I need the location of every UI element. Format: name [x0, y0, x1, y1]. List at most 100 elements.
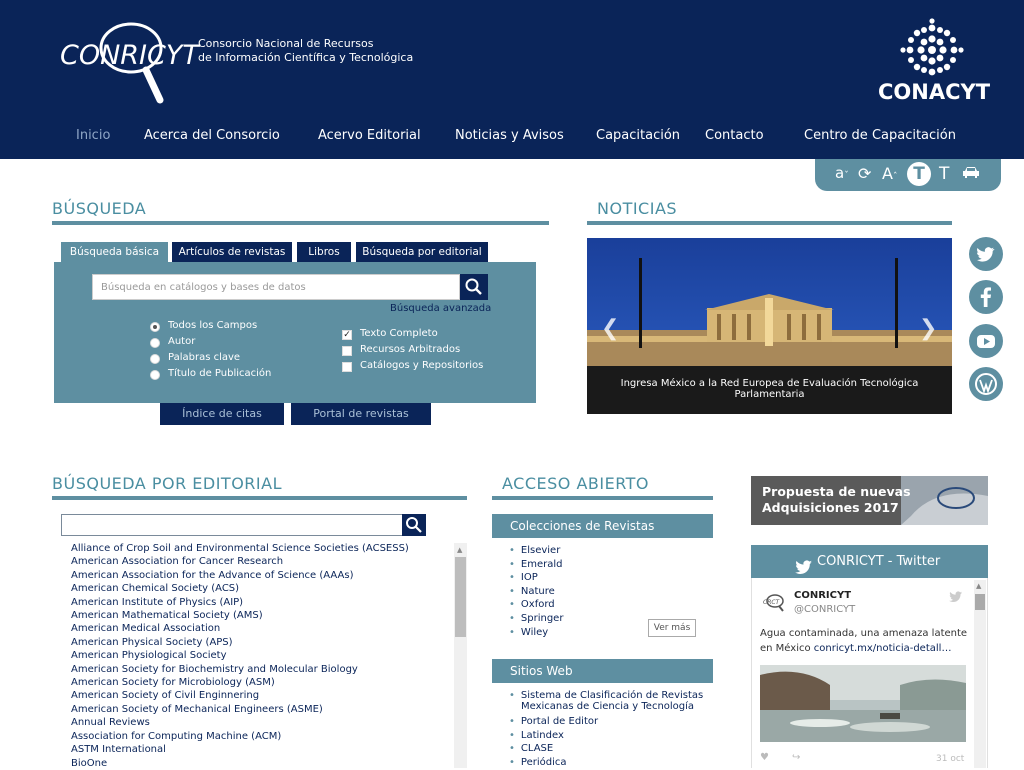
nav-item-acerca[interactable]: Acerca del Consorcio	[144, 128, 280, 143]
list-item[interactable]: Springer	[509, 612, 564, 626]
search-button[interactable]	[460, 274, 488, 300]
brand-name: CONRICYT	[60, 40, 199, 71]
like-icon[interactable]: ♥	[760, 752, 769, 763]
colecciones-header: Colecciones de Revistas	[492, 514, 713, 538]
list-item[interactable]: Annual Reviews	[71, 716, 451, 729]
account-avatar[interactable]: CRCT	[762, 592, 786, 612]
list-item[interactable]: Elsevier	[509, 544, 563, 558]
list-item[interactable]: Oxford	[509, 598, 563, 612]
nav-item-noticias[interactable]: Noticias y Avisos	[455, 128, 564, 143]
editorial-search-input[interactable]	[61, 514, 403, 536]
increase-font-button[interactable]: Aˆ	[882, 164, 897, 183]
portal-revistas-button[interactable]: Portal de revistas	[291, 403, 431, 425]
radio-label-autor: Autor	[168, 336, 196, 347]
search-icon	[465, 278, 482, 295]
list-item[interactable]: American Society of Civil Enginnering	[71, 689, 451, 702]
advanced-search-link[interactable]: Búsqueda avanzada	[390, 303, 491, 314]
conricyt-logo[interactable]: CONRICYT	[56, 18, 199, 108]
checkbox-label-catalogos: Catálogos y Repositorios	[360, 360, 484, 371]
list-item[interactable]: Emerald	[509, 558, 563, 572]
nav-item-acervo[interactable]: Acervo Editorial	[318, 128, 421, 143]
list-item[interactable]: American Institute of Physics (AIP)	[71, 596, 451, 609]
youtube-icon[interactable]	[969, 324, 1003, 358]
tweet-date[interactable]: 31 oct	[936, 754, 964, 764]
colecciones-list: Elsevier Emerald IOP Nature Oxford Sprin…	[509, 544, 564, 640]
list-item[interactable]: American Association for the Advance of …	[71, 569, 451, 582]
scrollbar-thumb[interactable]	[455, 557, 466, 637]
nav-item-inicio[interactable]: Inicio	[76, 128, 110, 143]
list-item[interactable]: Alliance of Crop Soil and Environmental …	[71, 542, 451, 555]
list-item[interactable]: CLASE	[509, 742, 709, 756]
tab-libros[interactable]: Libros	[297, 242, 351, 262]
editorial-search-button[interactable]	[402, 514, 426, 536]
nav-item-centro-capacitacion[interactable]: Centro de Capacitación	[804, 128, 956, 143]
nav-item-contacto[interactable]: Contacto	[705, 128, 764, 143]
indice-citas-button[interactable]: Índice de citas	[160, 403, 284, 425]
promo-text: Propuesta de nuevas Adquisiciones 2017	[762, 484, 911, 516]
promo-banner[interactable]: Propuesta de nuevas Adquisiciones 2017	[751, 476, 988, 525]
scroll-up-icon[interactable]: ▲	[457, 546, 462, 554]
tab-articulos[interactable]: Artículos de revistas	[172, 242, 292, 262]
list-item[interactable]: American Association for Cancer Research	[71, 555, 451, 568]
list-item[interactable]: American Physical Society (APS)	[71, 636, 451, 649]
carousel-prev-icon[interactable]: ❮	[601, 316, 619, 341]
busqueda-title: BÚSQUEDA	[52, 199, 147, 218]
list-item[interactable]: American Medical Association	[71, 622, 451, 635]
high-contrast-button[interactable]: T	[907, 162, 931, 186]
news-carousel[interactable]: ❮ ❯ Ingresa México a la Red Europea de E…	[587, 238, 952, 414]
list-item[interactable]: American Society for Microbiology (ASM)	[71, 676, 451, 689]
twitter-icon[interactable]	[969, 237, 1003, 271]
list-item[interactable]: American Society for Biochemistry and Mo…	[71, 663, 451, 676]
editorial-rule	[52, 496, 467, 500]
decrease-font-button[interactable]: aˇ	[835, 164, 849, 182]
tab-busqueda-editorial[interactable]: Búsqueda por editorial	[356, 242, 488, 262]
carousel-next-icon[interactable]: ❯	[919, 316, 937, 341]
search-input[interactable]	[92, 274, 460, 300]
tweet-link[interactable]: conricyt.mx/noticia-detall…	[814, 643, 952, 654]
checkbox-texto-completo[interactable]: ✓	[342, 330, 352, 340]
list-item[interactable]: Nature	[509, 585, 563, 599]
scrollbar-thumb[interactable]	[975, 594, 985, 610]
ver-mas-button[interactable]: Ver más	[648, 619, 696, 637]
news-caption[interactable]: Ingresa México a la Red Europea de Evalu…	[587, 378, 952, 400]
reset-icon[interactable]: ⟳	[858, 164, 871, 183]
increase-font-label: A	[882, 164, 893, 183]
radio-label-palabras: Palabras clave	[168, 352, 241, 363]
text-only-button[interactable]: T	[939, 164, 949, 184]
facebook-icon[interactable]	[969, 280, 1003, 314]
tweet-image[interactable]	[760, 665, 966, 742]
list-item[interactable]: American Physiological Society	[71, 649, 451, 662]
radio-todos[interactable]	[150, 322, 160, 332]
tab-busqueda-basica[interactable]: Búsqueda básica	[61, 242, 168, 262]
wordpress-icon[interactable]	[969, 367, 1003, 401]
list-item[interactable]: American Society of Mechanical Engineers…	[71, 703, 451, 716]
conacyt-logo[interactable]: CONACYT	[870, 18, 994, 108]
account-handle[interactable]: @CONRICYT	[794, 604, 855, 615]
checkbox-catalogos[interactable]	[342, 362, 352, 372]
radio-palabras[interactable]	[150, 354, 160, 364]
list-item[interactable]: Periódica	[509, 756, 709, 770]
twitter-widget-header: CONRICYT - Twitter	[751, 545, 988, 578]
list-item[interactable]: Latindex	[509, 729, 709, 743]
conacyt-dots-icon	[900, 18, 964, 76]
list-item[interactable]: Wiley	[509, 626, 563, 640]
twitter-scrollbar[interactable]: ▲	[974, 580, 986, 768]
nav-item-capacitacion[interactable]: Capacitación	[596, 128, 680, 143]
promo-line2: Adquisiciones 2017	[762, 500, 899, 515]
list-item[interactable]: IOP	[509, 571, 563, 585]
list-item[interactable]: Association for Computing Machine (ACM)	[71, 730, 451, 743]
editorial-scrollbar[interactable]: ▲	[454, 543, 467, 768]
twitter-feed[interactable]: CRCT CONRICYT @CONRICYT Agua contaminada…	[751, 578, 988, 768]
radio-autor[interactable]	[150, 338, 160, 348]
list-item[interactable]: Portal de Editor	[509, 715, 709, 729]
share-icon[interactable]: ↪	[792, 752, 800, 763]
list-item[interactable]: Sistema de Clasificación de Revistas Mex…	[509, 690, 709, 712]
radio-titulo[interactable]	[150, 370, 160, 380]
account-name[interactable]: CONRICYT	[794, 590, 851, 601]
checkbox-arbitrados[interactable]	[342, 346, 352, 356]
scroll-up-icon[interactable]: ▲	[976, 582, 981, 590]
list-item[interactable]: ASTM International	[71, 743, 451, 756]
list-item[interactable]: American Mathematical Society (AMS)	[71, 609, 451, 622]
list-item[interactable]: American Chemical Society (ACS)	[71, 582, 451, 595]
car-icon[interactable]	[962, 164, 980, 184]
